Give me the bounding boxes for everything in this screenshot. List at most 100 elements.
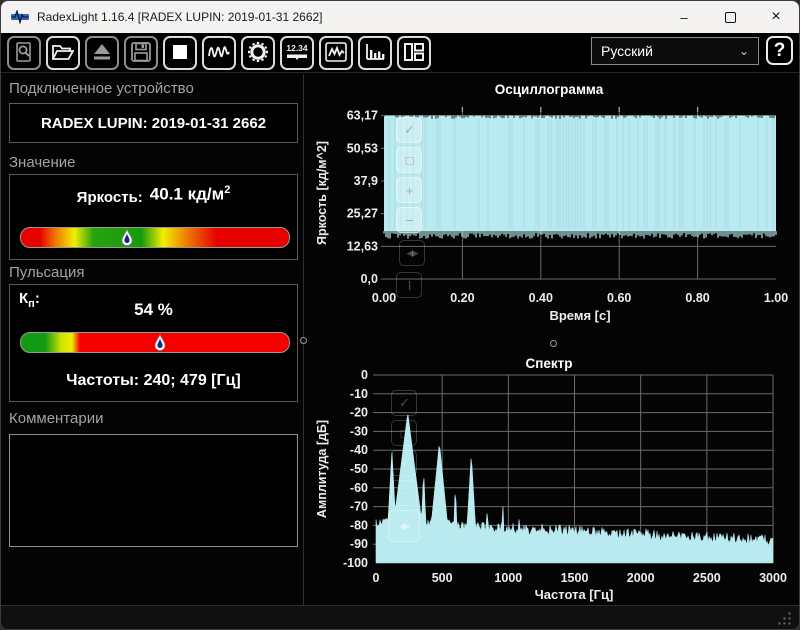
- maximize-button[interactable]: [707, 1, 753, 33]
- brightness-scale-bar: [20, 227, 290, 248]
- value-view-button[interactable]: 12.34: [280, 36, 314, 70]
- svg-text:Осциллограмма: Осциллограмма: [495, 82, 604, 97]
- digits-icon: 12.34: [285, 42, 309, 65]
- floppy-icon: [131, 41, 151, 65]
- svg-text:Спектр: Спектр: [525, 356, 572, 371]
- svg-text:-100: -100: [343, 556, 368, 570]
- svg-text:0,0: 0,0: [361, 272, 378, 286]
- spectrum-view-button[interactable]: [358, 36, 392, 70]
- maximize-icon: [724, 11, 736, 23]
- eject-icon: [92, 43, 112, 64]
- comments-input[interactable]: [10, 435, 297, 546]
- bar-chart-icon: [364, 42, 386, 65]
- comments-box: [9, 434, 298, 547]
- svg-text:Амплитуда [дБ]: Амплитуда [дБ]: [315, 420, 329, 518]
- chart-zoom-out-button[interactable]: −: [396, 207, 422, 233]
- chart-fit-horizontal-button[interactable]: ◂▸: [399, 240, 425, 266]
- section-header-device: Подключенное устройство: [9, 80, 194, 97]
- svg-text:37,9: 37,9: [354, 174, 378, 188]
- svg-text:-40: -40: [350, 443, 368, 457]
- chart-snapshot-button[interactable]: □: [391, 420, 417, 446]
- oscillogram-view-button[interactable]: [319, 36, 353, 70]
- section-header-pulsation: Пульсация: [9, 264, 85, 281]
- app-icon: [11, 10, 29, 24]
- minimize-button[interactable]: –: [661, 1, 707, 33]
- svg-text:-80: -80: [350, 518, 368, 532]
- close-button[interactable]: ×: [753, 1, 799, 33]
- app-window: RadexLight 1.16.4 [RADEX LUPIN: 2019-01-…: [0, 0, 800, 630]
- svg-text:Частота [Гц]: Частота [Гц]: [535, 587, 614, 602]
- chart-zoom-out-button[interactable]: −: [391, 480, 417, 506]
- chart-zoom-in-button[interactable]: +: [391, 450, 417, 476]
- magnifier-doc-icon: [14, 41, 34, 65]
- chart-select-button[interactable]: ✓: [396, 117, 422, 143]
- splitter-grip[interactable]: [300, 337, 307, 344]
- svg-text:0.00: 0.00: [372, 291, 396, 305]
- chart-pan-button[interactable]: ◂▸: [388, 510, 420, 542]
- frequencies-value: Частоты: 240; 479 [Гц]: [66, 372, 241, 389]
- svg-text:63,17: 63,17: [347, 109, 378, 123]
- value-box: Яркость: 40.1 кд/м2: [9, 174, 298, 260]
- svg-text:Яркость [кд/м^2]: Яркость [кд/м^2]: [315, 141, 329, 245]
- find-device-button[interactable]: [7, 36, 41, 70]
- spectrum-svg: Спектр 0 -10 -20 -30 -40 -50 -60 -70 -80 -90 -100 0 5…: [315, 356, 787, 602]
- svg-text:0: 0: [373, 571, 380, 585]
- svg-text:1.00: 1.00: [764, 291, 788, 305]
- svg-text:0.40: 0.40: [529, 291, 553, 305]
- svg-text:1500: 1500: [561, 571, 589, 585]
- svg-text:-10: -10: [350, 387, 368, 401]
- svg-text:Время [с]: Время [с]: [549, 308, 610, 323]
- svg-text:1000: 1000: [494, 571, 522, 585]
- kp-value: 54 %: [134, 300, 173, 319]
- svg-text:-50: -50: [350, 462, 368, 476]
- signal-mode-button[interactable]: [202, 36, 236, 70]
- eject-device-button[interactable]: [85, 36, 119, 70]
- svg-text:25,27: 25,27: [347, 207, 378, 221]
- svg-text:0.20: 0.20: [450, 291, 474, 305]
- language-select[interactable]: Русский ⌄: [591, 36, 759, 65]
- toolbar: 12.34 Русский ⌄ ?: [1, 33, 799, 72]
- pulsation-marker-icon: [155, 334, 166, 351]
- panels-icon: [403, 42, 425, 65]
- splitter-grip[interactable]: [550, 340, 557, 347]
- svg-text:2500: 2500: [693, 571, 721, 585]
- client-area: Подключенное устройство RADEX LUPIN: 201…: [1, 72, 799, 609]
- device-box: RADEX LUPIN: 2019-01-31 2662: [9, 103, 298, 143]
- language-value: Русский: [601, 42, 653, 59]
- status-bar: [1, 605, 799, 629]
- chart-fit-vertical-button[interactable]: I: [396, 272, 422, 298]
- line-chart-icon: [325, 41, 347, 65]
- layout-view-button[interactable]: [397, 36, 431, 70]
- help-button[interactable]: ?: [766, 36, 793, 65]
- stop-square-icon: [171, 43, 189, 64]
- oscillogram-svg: Осциллограмма 0,0 12,63 25,27 37,9 50,53 63,17…: [315, 82, 788, 323]
- waveform-icon: [208, 42, 230, 65]
- resize-grip-icon[interactable]: [778, 611, 792, 625]
- open-file-button[interactable]: [46, 36, 80, 70]
- oscillogram-chart: Осциллограмма 0,0 12,63 25,27 37,9 50,53 63,17…: [304, 75, 798, 327]
- svg-text:-30: -30: [350, 424, 368, 438]
- svg-text:0: 0: [361, 368, 368, 382]
- title-bar: RadexLight 1.16.4 [RADEX LUPIN: 2019-01-…: [1, 1, 799, 33]
- folder-open-icon: [51, 43, 75, 64]
- svg-text:50,53: 50,53: [347, 141, 378, 155]
- brightness-marker-icon: [121, 229, 133, 246]
- chart-zoom-in-button[interactable]: +: [396, 177, 422, 203]
- svg-text:0.80: 0.80: [685, 291, 709, 305]
- chart-select-button[interactable]: ✓: [391, 390, 417, 416]
- svg-text:3000: 3000: [759, 571, 787, 585]
- toolbar-buttons: 12.34: [7, 36, 431, 70]
- svg-text:0.60: 0.60: [607, 291, 631, 305]
- section-header-comments: Комментарии: [9, 410, 104, 427]
- svg-text:500: 500: [432, 571, 453, 585]
- spectrum-chart: Спектр 0 -10 -20 -30 -40 -50 -60 -70 -80 -90 -100 0 5…: [304, 348, 798, 610]
- brightness-value: 40.1 кд/м2: [149, 184, 231, 204]
- svg-text:-20: -20: [350, 406, 368, 420]
- svg-text:12,63: 12,63: [347, 239, 378, 253]
- chart-snapshot-button[interactable]: □: [396, 147, 422, 173]
- pulsation-scale-bar: [20, 332, 290, 353]
- stop-measurement-button[interactable]: [163, 36, 197, 70]
- save-file-button[interactable]: [124, 36, 158, 70]
- settings-button[interactable]: [241, 36, 275, 70]
- svg-text:12.34: 12.34: [286, 43, 308, 53]
